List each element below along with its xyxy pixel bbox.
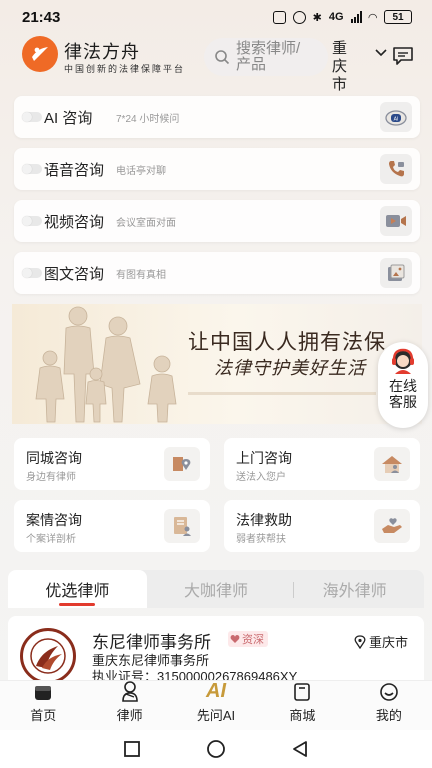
tab-divider [293,582,294,598]
city-selector[interactable]: 重庆市 [332,40,356,94]
phone-icon [380,154,412,184]
app-logo-icon [22,36,58,72]
lawyer-tabs: 优选律师 大咖律师 海外律师 [8,570,424,608]
customer-service-button[interactable]: 在线客服 [378,342,428,428]
nav-lawyer[interactable]: 律师 [86,681,172,730]
video-icon [380,206,412,236]
tab-preferred-lawyers[interactable]: 优选律师 [8,570,147,608]
consult-item-voice[interactable]: 语音咨询 电话亭对聊 [14,148,420,190]
ai-icon: AI [206,680,227,702]
toggle-icon [22,268,42,278]
header: 律法方舟 中国创新的法律保障平台 搜索律师/产品 重庆市 [0,36,432,93]
card-title: 案情咨询 [26,512,82,528]
heart-icon [230,635,240,643]
home-circle-icon[interactable] [206,739,226,759]
status-icons: ✱ 4G ◠ 51 [272,10,412,24]
consult-title: AI 咨询 [44,109,93,127]
consult-subtitle: 有图有真相 [116,269,166,281]
customer-service-label: 在线客服 [389,378,417,410]
recent-apps-icon[interactable] [123,740,141,758]
service-card-case[interactable]: 案情咨询 个案详剖析 [14,500,210,552]
toggle-icon [22,112,42,122]
battery-icon: 51 [384,10,412,24]
nav-label: 首页 [30,708,57,723]
firm-badge: 资深 [228,631,268,647]
house-icon [374,447,410,481]
consult-item-image-text[interactable]: 图文咨询 有图有真相 [14,252,420,294]
lawyer-icon [120,680,140,702]
nav-label: 我的 [375,708,402,723]
document-icon [164,509,200,543]
nav-profile[interactable]: 我的 [346,681,432,730]
svg-text:AI: AI [394,117,399,123]
consult-item-video[interactable]: 视频咨询 会议室面对面 [14,200,420,242]
firm-city-label: 重庆市 [368,635,408,650]
firm-badge-label: 资深 [242,634,264,646]
nav-label: 律师 [116,708,143,723]
map-pin-icon [164,447,200,481]
nav-label: 商城 [289,708,316,723]
card-title: 同城咨询 [26,450,82,466]
search-input[interactable]: 搜索律师/产品 [204,38,328,76]
bottom-nav: 首页 律师 AI 先问AI 商城 我的 [0,680,432,730]
nav-shop[interactable]: 商城 [259,681,345,730]
chevron-down-icon[interactable] [374,48,388,58]
service-card-home-visit[interactable]: 上门咨询 送法入您户 [224,438,420,490]
card-subtitle: 个案详剖析 [26,534,76,545]
promo-banner[interactable]: 让中国人人拥有法保 法律守护美好生活 [12,304,422,424]
signal-icon [350,11,362,23]
consult-subtitle: 电话亭对聊 [116,165,166,177]
firm-logo-icon [20,628,76,684]
card-subtitle: 身边有律师 [26,472,76,483]
app-name: 律法方舟 [64,42,140,62]
nfc-icon [272,10,286,24]
banner-headline: 让中国人人拥有法保 [188,330,386,354]
consult-title: 图文咨询 [44,265,105,283]
banner-divider [188,392,376,395]
card-title: 法律救助 [236,512,292,528]
tab-top-lawyers[interactable]: 大咖律师 [147,570,286,608]
toggle-icon [22,216,42,226]
search-icon [215,50,230,65]
ai-headset-icon: AI [380,102,412,132]
consult-subtitle: 会议室面对面 [116,217,176,229]
consult-title: 语音咨询 [44,161,105,179]
status-bar: 21:43 ✱ 4G ◠ 51 [0,0,432,34]
service-agent-icon [392,348,414,374]
search-placeholder: 搜索律师/产品 [236,40,301,73]
image-text-icon [380,258,412,288]
card-title: 上门咨询 [236,450,292,466]
service-card-local[interactable]: 同城咨询 身边有律师 [14,438,210,490]
nav-ai[interactable]: AI 先问AI [173,680,259,730]
firm-location: 重庆市 [354,632,408,651]
nav-home[interactable]: 首页 [0,681,86,730]
toggle-icon [22,164,42,174]
consult-subtitle: 7*24 小时候问 [116,113,180,125]
message-icon[interactable] [392,46,414,66]
location-icon [354,634,366,649]
card-subtitle: 弱者获帮扶 [236,534,286,545]
app-slogan: 中国创新的法律保障平台 [64,65,186,75]
service-card-legal-aid[interactable]: 法律救助 弱者获帮扶 [224,500,420,552]
profile-icon [379,681,399,702]
wifi-icon: ◠ [368,11,377,24]
helping-hand-icon [374,509,410,543]
alarm-icon [292,10,306,24]
network-label: 4G [328,11,344,23]
system-nav-bar [0,730,432,768]
consult-title: 视频咨询 [44,213,105,231]
card-subtitle: 送法入您户 [236,472,286,483]
shop-icon [292,681,312,702]
tab-overseas-lawyers[interactable]: 海外律师 [285,570,424,608]
back-icon[interactable] [291,740,309,758]
consult-item-ai[interactable]: AI 咨询 7*24 小时候问 AI [14,96,420,138]
banner-subheadline: 法律守护美好生活 [214,358,366,379]
status-time: 21:43 [22,8,61,26]
home-icon [33,681,53,702]
bluetooth-icon: ✱ [312,11,322,24]
family-silhouette-icon [35,306,177,423]
nav-label: 先问AI [196,708,236,723]
